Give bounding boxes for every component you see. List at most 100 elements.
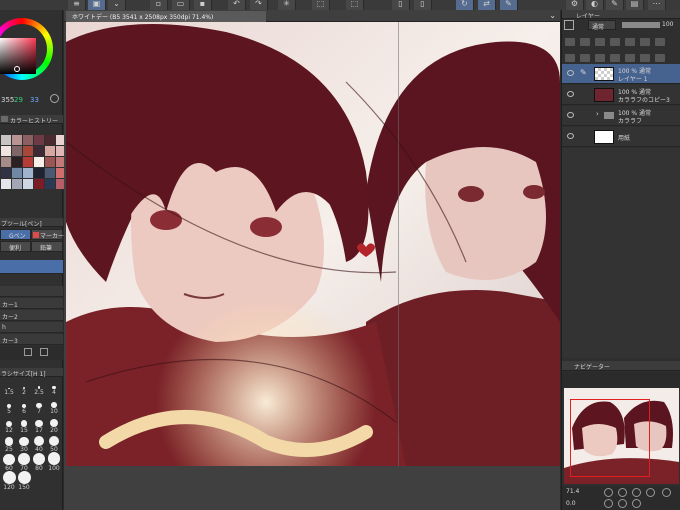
ruler-button[interactable]: ▯	[392, 0, 410, 10]
redo-button[interactable]: ↷	[250, 0, 268, 10]
canvas-tool-button[interactable]: ▣	[88, 0, 106, 10]
brush-size-dot[interactable]	[49, 418, 59, 427]
color-swatch[interactable]	[45, 168, 55, 178]
layer-menu-icon[interactable]	[655, 54, 665, 62]
rotate-left-icon[interactable]	[604, 499, 613, 508]
reset-zoom-icon[interactable]	[646, 488, 655, 497]
trash-icon[interactable]	[640, 54, 650, 62]
layer-row-1[interactable]: ✎ 100 % 通常 レイヤー 1	[562, 64, 680, 84]
color-swatch[interactable]	[12, 157, 22, 167]
opacity-slider[interactable]	[622, 22, 660, 28]
color-swatch[interactable]	[34, 157, 44, 167]
brush-size-dot[interactable]	[20, 420, 28, 427]
panel-more-button[interactable]: ⋯	[648, 0, 666, 10]
color-swatch[interactable]	[23, 157, 33, 167]
color-swatch[interactable]	[45, 157, 55, 167]
tool-item-1[interactable]: カー1	[0, 298, 63, 309]
navigator-preview[interactable]	[564, 388, 679, 484]
panel-settings-button[interactable]: ⚙	[566, 0, 584, 10]
layer-row-4[interactable]: 用紙	[562, 127, 680, 147]
color-swatch[interactable]	[45, 179, 55, 189]
visibility-icon[interactable]	[567, 133, 574, 139]
tool-item-2[interactable]: カー2	[0, 310, 63, 321]
rotation-value[interactable]: 0.0	[566, 500, 576, 507]
zoom-value[interactable]: 71.4	[566, 488, 579, 495]
layer-property-icon[interactable]	[564, 20, 574, 30]
brush-size-dot[interactable]	[35, 419, 43, 427]
color-swatch[interactable]	[45, 146, 55, 156]
layer-icon-7[interactable]	[655, 38, 665, 46]
brush-size-dot[interactable]	[19, 436, 29, 446]
tool-item-selected[interactable]	[0, 260, 63, 274]
color-swatch[interactable]	[1, 168, 11, 178]
tab-menu-icon[interactable]: ⌄	[549, 11, 556, 20]
blend-mode-select[interactable]: 通常	[588, 20, 616, 31]
layer-icon-6[interactable]	[640, 38, 650, 46]
rotate-button[interactable]: ↻	[456, 0, 474, 10]
color-swatch[interactable]	[1, 157, 11, 167]
color-swatch[interactable]	[23, 146, 33, 156]
brush-size-dot[interactable]	[34, 436, 44, 446]
reset-rotation-icon[interactable]	[632, 499, 641, 508]
subtool-convenient[interactable]: 便利	[0, 241, 31, 252]
subtool-pencil[interactable]: 鉛筆	[31, 241, 63, 252]
layer-icon-9[interactable]	[580, 54, 590, 62]
open-button[interactable]: ▭	[172, 0, 190, 10]
layer-icon-3[interactable]	[595, 38, 605, 46]
navigator-view-frame[interactable]	[570, 399, 650, 477]
delete-subtool-icon[interactable]	[40, 348, 48, 356]
menu-button[interactable]: ≡	[68, 0, 86, 10]
pen-pressure-button[interactable]: ✎	[500, 0, 518, 10]
layer-icon-5[interactable]	[625, 38, 635, 46]
brush-size-dot[interactable]	[32, 452, 46, 465]
undo-button[interactable]: ↶	[228, 0, 246, 10]
brush-size-dot[interactable]	[47, 452, 61, 465]
layer-icon-8[interactable]	[565, 54, 575, 62]
zoom-in-icon[interactable]	[618, 488, 627, 497]
flip-button[interactable]: ⇄	[478, 0, 496, 10]
color-swatch[interactable]	[23, 168, 33, 178]
color-swatch[interactable]	[12, 135, 22, 145]
flip-horizontal-icon[interactable]	[662, 488, 671, 497]
color-swatch[interactable]	[12, 179, 22, 189]
color-swatch[interactable]	[34, 168, 44, 178]
zoom-out-icon[interactable]	[604, 488, 613, 497]
color-swatch[interactable]	[1, 179, 11, 189]
rotate-right-icon[interactable]	[618, 499, 627, 508]
panel-brush-button[interactable]: ✎	[606, 0, 624, 10]
tool-item-3[interactable]: h	[0, 322, 63, 333]
layer-row-2[interactable]: 100 % 通常 カララフのコピー3	[562, 85, 680, 105]
visibility-icon[interactable]	[567, 112, 574, 118]
layer-row-3[interactable]: › 100 % 通常 カララフ	[562, 106, 680, 126]
clear-button[interactable]: ✳	[278, 0, 296, 10]
subtool-gpen[interactable]: Gペン	[0, 229, 31, 240]
brush-size-dot[interactable]	[4, 437, 14, 446]
new-layer-icon[interactable]	[595, 54, 605, 62]
color-swatch[interactable]	[1, 146, 11, 156]
color-swatch[interactable]	[12, 146, 22, 156]
color-swatch[interactable]	[12, 168, 22, 178]
canvas-area[interactable]	[64, 22, 560, 510]
brush-size-dot[interactable]	[17, 471, 31, 484]
color-swatch[interactable]	[23, 179, 33, 189]
color-swatch[interactable]	[34, 135, 44, 145]
document-tab[interactable]: ホワイトデー (B5 3541 x 2508px 350dpi 71.4%)	[66, 11, 266, 22]
select-button[interactable]: ⬚	[346, 0, 364, 10]
subtool-marker[interactable]: マーカー	[31, 229, 64, 240]
panel-color-button[interactable]: ◐	[586, 0, 604, 10]
new-subtool-icon[interactable]	[24, 348, 32, 356]
layer-icon-2[interactable]	[580, 38, 590, 46]
brush-size-dot[interactable]	[18, 453, 30, 465]
color-settings-icon[interactable]	[50, 94, 59, 103]
transform-button[interactable]: ⬚	[312, 0, 330, 10]
new-button[interactable]: ▫	[150, 0, 168, 10]
chevron-right-icon[interactable]: ›	[596, 110, 599, 118]
layer-icon-1[interactable]	[565, 38, 575, 46]
color-swatch[interactable]	[34, 146, 44, 156]
brush-size-dot[interactable]	[48, 435, 60, 446]
new-vector-icon[interactable]	[610, 54, 620, 62]
color-swatch[interactable]	[23, 135, 33, 145]
new-folder-icon[interactable]	[625, 54, 635, 62]
brush-size-dot[interactable]	[3, 453, 15, 465]
tool-item-4[interactable]: カー3	[0, 334, 63, 345]
